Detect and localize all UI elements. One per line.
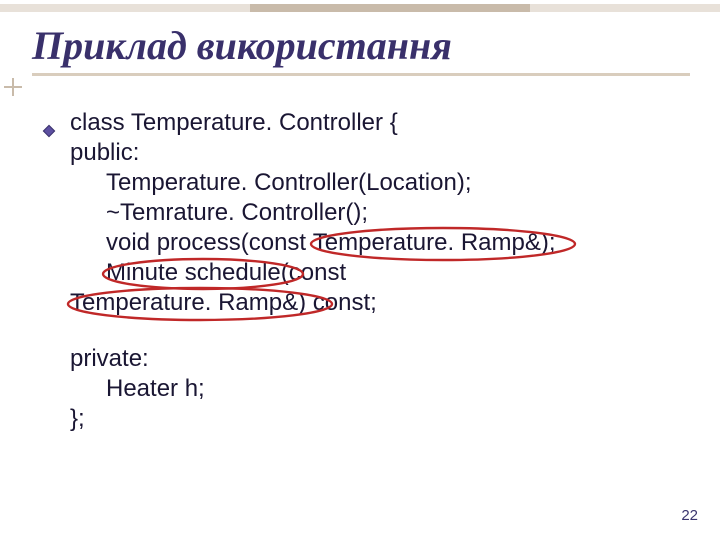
circled-text-content: Temperature. Ramp&: [70, 289, 298, 316]
title-underline: [32, 73, 690, 76]
code-line: void process(const Temperature. Ramp&);: [70, 228, 680, 258]
circled-text: Minute schedule: [106, 258, 281, 288]
code-text: ) const;: [298, 289, 377, 316]
top-accent-bar-dark: [250, 4, 530, 12]
circled-text-content: Temperature. Ramp&: [313, 229, 541, 256]
left-margin-mark: [4, 78, 24, 103]
diamond-bullet-icon: [42, 116, 56, 130]
code-line: Temperature. Ramp&) const;: [70, 288, 680, 318]
code-line: ~Temrature. Controller();: [70, 198, 680, 228]
code-line: public:: [70, 138, 680, 168]
code-line: private:: [70, 344, 680, 374]
code-text: void process(const: [106, 229, 313, 256]
code-text: (const: [281, 259, 346, 286]
title-area: Приклад використання: [32, 22, 690, 76]
code-line: Temperature. Controller(Location);: [70, 168, 680, 198]
circled-text-content: Minute schedule: [106, 259, 281, 286]
code-text: );: [541, 229, 556, 256]
code-line: class Temperature. Controller {: [70, 108, 680, 138]
page-number: 22: [681, 507, 698, 524]
code-line: };: [70, 404, 680, 434]
circled-text: Temperature. Ramp&: [70, 288, 298, 318]
code-block: class Temperature. Controller { public: …: [70, 108, 680, 434]
page-title: Приклад використання: [32, 22, 690, 69]
code-line: Heater h;: [70, 374, 680, 404]
code-line: Minute schedule(const: [70, 258, 680, 288]
circled-text: Temperature. Ramp&: [313, 228, 541, 258]
